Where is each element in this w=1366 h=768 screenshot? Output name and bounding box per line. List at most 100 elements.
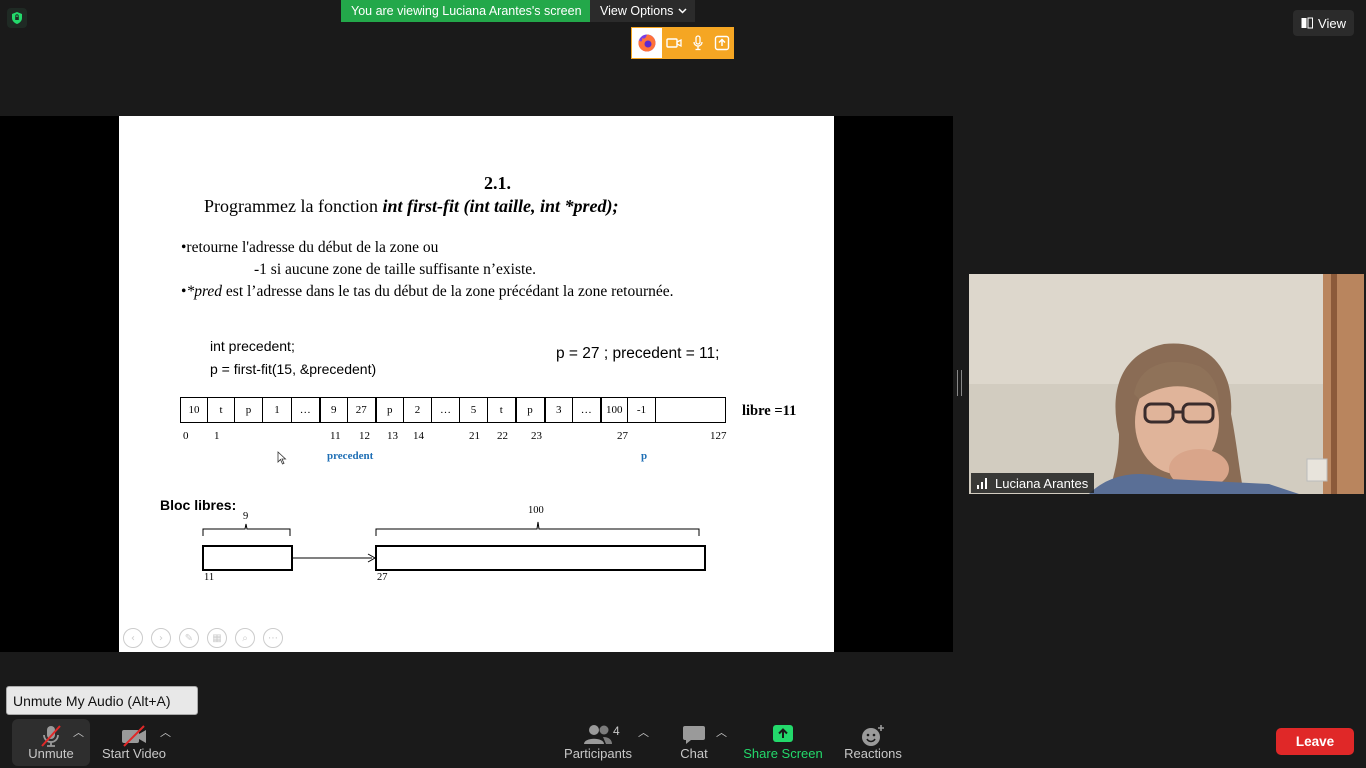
view-layout-icon <box>1301 17 1314 29</box>
viewing-screen-text: You are viewing Luciana Arantes's screen <box>351 4 582 18</box>
chat-options-caret-icon[interactable]: ︿ <box>716 724 727 740</box>
view-label: View <box>1318 15 1346 31</box>
share-up-icon[interactable] <box>710 28 734 58</box>
memory-row: 10 t p 1 … 9 27 p 2 … 5 t p 3 … 100 -1 <box>180 397 726 423</box>
index-label: 0 <box>183 430 189 442</box>
panel-resize-handle[interactable] <box>957 370 962 396</box>
memory-cell: … <box>572 397 601 423</box>
mouse-cursor-icon <box>277 451 287 465</box>
firefox-icon[interactable] <box>632 28 662 58</box>
leave-label: Leave <box>1295 734 1335 749</box>
bullet-1-line-2: -1 si aucune zone de taille suffisante n… <box>254 261 537 278</box>
memory-cell: 5 <box>459 397 488 423</box>
bloc-2-address: 27 <box>377 572 388 583</box>
chat-bubble-icon <box>683 726 705 744</box>
view-options-label: View Options <box>600 4 674 18</box>
zoom-icon[interactable]: ⌕ <box>235 628 255 648</box>
memory-cell: … <box>291 397 320 423</box>
audio-options-caret-icon[interactable]: ︿ <box>73 724 84 740</box>
bullet-2-pred: *pred <box>186 283 223 300</box>
free-block-1 <box>202 545 293 571</box>
share-screen-label: Share Screen <box>743 746 823 761</box>
share-screen-button[interactable]: Share Screen <box>740 718 826 766</box>
slide-heading: Programmez la fonction int first-fit (in… <box>204 196 618 217</box>
memory-heap-table: 10 t p 1 … 9 27 p 2 … 5 t p 3 … 100 -1 <box>180 397 726 423</box>
precedent-label: precedent <box>327 450 374 462</box>
p-label: p <box>641 450 648 462</box>
bloc-1-address: 11 <box>204 572 215 583</box>
index-label: 1 <box>214 430 220 442</box>
slide-navigation-controls: ‹ › ✎ ▦ ⌕ ⋯ <box>123 628 283 648</box>
bullet-2-text: est l’adresse dans le tas du début de la… <box>222 283 674 300</box>
shared-app-toolbar <box>631 27 734 59</box>
participants-button[interactable]: Participants <box>560 718 636 766</box>
participant-video-feed <box>969 274 1364 494</box>
memory-cell: … <box>431 397 460 423</box>
participants-count: 4 <box>613 724 620 738</box>
code-line-2: p = first-fit(15, &precedent) <box>210 361 377 377</box>
chat-label: Chat <box>680 746 708 761</box>
index-label: 14 <box>413 430 424 442</box>
next-slide-icon[interactable]: › <box>151 628 171 648</box>
participants-options-caret-icon[interactable]: ︿ <box>638 724 649 740</box>
memory-cell: 10 <box>180 397 208 423</box>
slide-heading-prefix: Programmez la fonction <box>204 196 383 216</box>
libre-label: libre =11 <box>742 403 797 419</box>
leave-button[interactable]: Leave <box>1276 728 1354 755</box>
emoji-reaction-icon <box>862 725 884 746</box>
index-label: 127 <box>710 430 727 442</box>
muted-microphone-icon <box>41 725 61 747</box>
result-text: p = 27 ; precedent = 11; <box>556 345 720 362</box>
video-off-icon <box>122 725 146 747</box>
memory-cell: 100 <box>599 397 628 423</box>
index-label: 13 <box>387 430 398 442</box>
reactions-label: Reactions <box>844 746 902 761</box>
meeting-controls-bar: Unmute ︿ Start Video ︿ Participants 4 ︿ … <box>0 716 1366 768</box>
memory-cell: p <box>514 397 545 423</box>
index-label: 22 <box>497 430 508 442</box>
unmute-tooltip: Unmute My Audio (Alt+A) <box>6 686 198 715</box>
more-options-icon[interactable]: ⋯ <box>263 628 283 648</box>
zoom-meeting-window: You are viewing Luciana Arantes's screen… <box>0 0 1366 768</box>
video-options-caret-icon[interactable]: ︿ <box>160 724 171 740</box>
memory-cell: p <box>234 397 263 423</box>
video-camera-icon[interactable] <box>662 28 686 58</box>
microphone-icon[interactable] <box>686 28 710 58</box>
participant-video-tile[interactable] <box>969 274 1364 494</box>
index-label: 12 <box>359 430 370 442</box>
viewing-screen-banner: You are viewing Luciana Arantes's screen <box>341 0 592 22</box>
unmute-label: Unmute <box>28 746 74 761</box>
chat-button[interactable]: Chat <box>668 718 720 766</box>
unmute-tooltip-text: Unmute My Audio (Alt+A) <box>13 692 171 709</box>
bloc-2-size: 100 <box>528 505 544 516</box>
code-line-1: int precedent; <box>210 338 295 354</box>
shared-screen-area: 2.1. Programmez la fonction int first-fi… <box>0 116 953 652</box>
chevron-down-icon <box>678 8 687 14</box>
index-label: 27 <box>617 430 628 442</box>
security-shield-icon[interactable] <box>7 8 27 28</box>
participants-icon <box>584 725 612 744</box>
reactions-button[interactable]: Reactions <box>840 718 906 766</box>
slides-grid-icon[interactable]: ▦ <box>207 628 227 648</box>
index-label: 23 <box>531 430 542 442</box>
memory-cell <box>655 397 726 423</box>
bullet-1-line-1: •retourne l'adresse du début de la zone … <box>181 239 439 256</box>
memory-cell: 27 <box>347 397 376 423</box>
memory-cell: 9 <box>318 397 348 423</box>
view-options-button[interactable]: View Options <box>590 0 696 22</box>
bloc-1-size: 9 <box>243 511 249 522</box>
start-video-label: Start Video <box>101 746 167 761</box>
memory-cell: 3 <box>543 397 573 423</box>
participant-name: Luciana Arantes <box>995 475 1089 491</box>
bullet-2: •*pred est l’adresse dans le tas du débu… <box>181 283 673 301</box>
memory-cell: -1 <box>627 397 656 423</box>
pen-icon[interactable]: ✎ <box>179 628 199 648</box>
index-label: 11 <box>330 430 341 442</box>
index-label: 21 <box>469 430 480 442</box>
free-block-2 <box>375 545 706 571</box>
previous-slide-icon[interactable]: ‹ <box>123 628 143 648</box>
participants-label: Participants <box>564 746 632 761</box>
participant-name-tag: Luciana Arantes <box>971 473 1095 493</box>
signal-bars-icon <box>977 477 987 489</box>
view-button[interactable]: View <box>1293 10 1354 36</box>
